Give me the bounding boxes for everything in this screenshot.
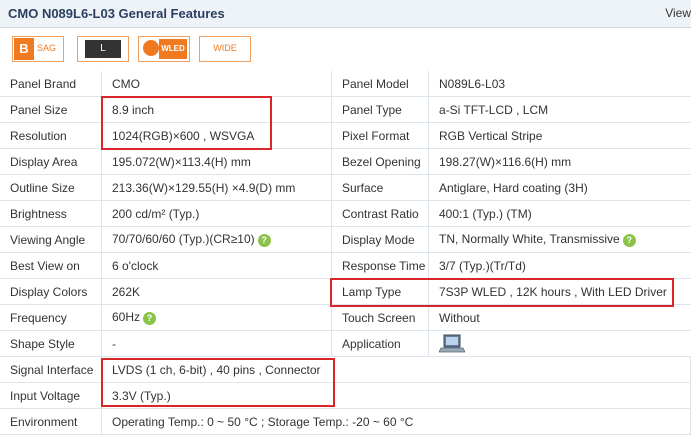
view-link[interactable]: View (665, 6, 691, 20)
spec-label: Bezel Opening (331, 148, 429, 175)
bulb-icon (143, 40, 159, 56)
highlight-box-lamp-type (330, 278, 674, 307)
spec-value-cell: 70/70/60/60 (Typ.)(CR≥10)? (101, 226, 332, 253)
spec-value: 400:1 (Typ.) (TM) (428, 200, 691, 227)
table-row: Environment Operating Temp.: 0 ~ 50 °C ;… (0, 408, 691, 435)
spec-value: 70/70/60/60 (Typ.)(CR≥10) (112, 232, 255, 247)
spec-value: 6 o'clock (101, 252, 332, 279)
wide-text: WIDE (213, 43, 237, 53)
help-icon[interactable]: ? (622, 233, 636, 247)
sag-text: SAG (37, 43, 57, 53)
spec-value: 195.072(W)×113.4(H) mm (101, 148, 332, 175)
spec-label: Display Mode (331, 226, 429, 253)
spec-value-cell: 60Hz? (101, 304, 332, 331)
l-badge: L (77, 36, 129, 62)
spec-value: 213.36(W)×129.55(H) ×4.9(D) mm (101, 174, 332, 201)
spec-label: Contrast Ratio (331, 200, 429, 227)
spec-label: Outline Size (0, 174, 102, 201)
spec-label: Response Time (331, 252, 429, 279)
laptop-icon (439, 334, 465, 352)
table-row: Display Area 195.072(W)×113.4(H) mm Beze… (0, 148, 691, 175)
table-row: Viewing Angle 70/70/60/60 (Typ.)(CR≥10)?… (0, 226, 691, 253)
spec-value: Without (428, 304, 691, 331)
spec-label: Application (331, 330, 429, 357)
spec-value: a-Si TFT-LCD , LCM (428, 96, 691, 123)
table-row: Panel Brand CMO Panel Model N089L6-L03 (0, 71, 691, 97)
highlight-box-interface-voltage (101, 358, 335, 407)
help-icon[interactable]: ? (257, 233, 271, 247)
spec-label: Panel Type (331, 96, 429, 123)
spec-label: Best View on (0, 252, 102, 279)
spec-label: Viewing Angle (0, 226, 102, 253)
spec-value: CMO (101, 71, 332, 97)
table-row: Frequency 60Hz? Touch Screen Without (0, 304, 691, 331)
wide-badge: WIDE (199, 36, 251, 62)
section-title: CMO N089L6-L03 General Features (8, 6, 225, 21)
spec-label: Display Area (0, 148, 102, 175)
spec-value: 200 cd/m² (Typ.) (101, 200, 332, 227)
spec-label: Panel Size (0, 96, 102, 123)
table-row: Shape Style - Application (0, 330, 691, 357)
spec-label: Surface (331, 174, 429, 201)
spec-label: Pixel Format (331, 122, 429, 149)
spec-value: N089L6-L03 (428, 71, 691, 97)
spec-value-cell: TN, Normally White, Transmissive? (428, 226, 691, 253)
spec-label: Brightness (0, 200, 102, 227)
spec-label: Signal Interface (0, 356, 102, 383)
spec-value: - (101, 330, 332, 357)
spec-label: Resolution (0, 122, 102, 149)
spec-value: Antiglare, Hard coating (3H) (428, 174, 691, 201)
b-letter: B (14, 38, 34, 60)
highlight-box-size-resolution (101, 96, 272, 150)
spec-label: Display Colors (0, 278, 102, 305)
table-row: Best View on 6 o'clock Response Time 3/7… (0, 252, 691, 279)
help-icon[interactable]: ? (143, 311, 157, 325)
spec-value: 3/7 (Typ.)(Tr/Td) (428, 252, 691, 279)
spec-label: Frequency (0, 304, 102, 331)
spec-value: 198.27(W)×116.6(H) mm (428, 148, 691, 175)
wled-badge: WLED (138, 36, 190, 62)
table-row: Outline Size 213.36(W)×129.55(H) ×4.9(D)… (0, 174, 691, 201)
spec-label: Shape Style (0, 330, 102, 357)
spec-value: Operating Temp.: 0 ~ 50 °C ; Storage Tem… (101, 408, 691, 435)
spec-label: Touch Screen (331, 304, 429, 331)
spec-value: 262K (101, 278, 332, 305)
section-header: CMO N089L6-L03 General Features View (0, 0, 691, 28)
table-row: Brightness 200 cd/m² (Typ.) Contrast Rat… (0, 200, 691, 227)
spec-label: Input Voltage (0, 382, 102, 409)
spec-value: 60Hz (112, 310, 141, 325)
sag-badge: B SAG (12, 36, 64, 62)
spec-value: RGB Vertical Stripe (428, 122, 691, 149)
spec-label: Panel Model (331, 71, 429, 97)
wled-text: WLED (159, 39, 187, 59)
spec-label: Environment (0, 408, 102, 435)
spec-label: Panel Brand (0, 71, 102, 97)
l-letter: L (85, 40, 121, 58)
application-cell (428, 330, 691, 357)
spec-value: TN, Normally White, Transmissive (439, 232, 620, 247)
